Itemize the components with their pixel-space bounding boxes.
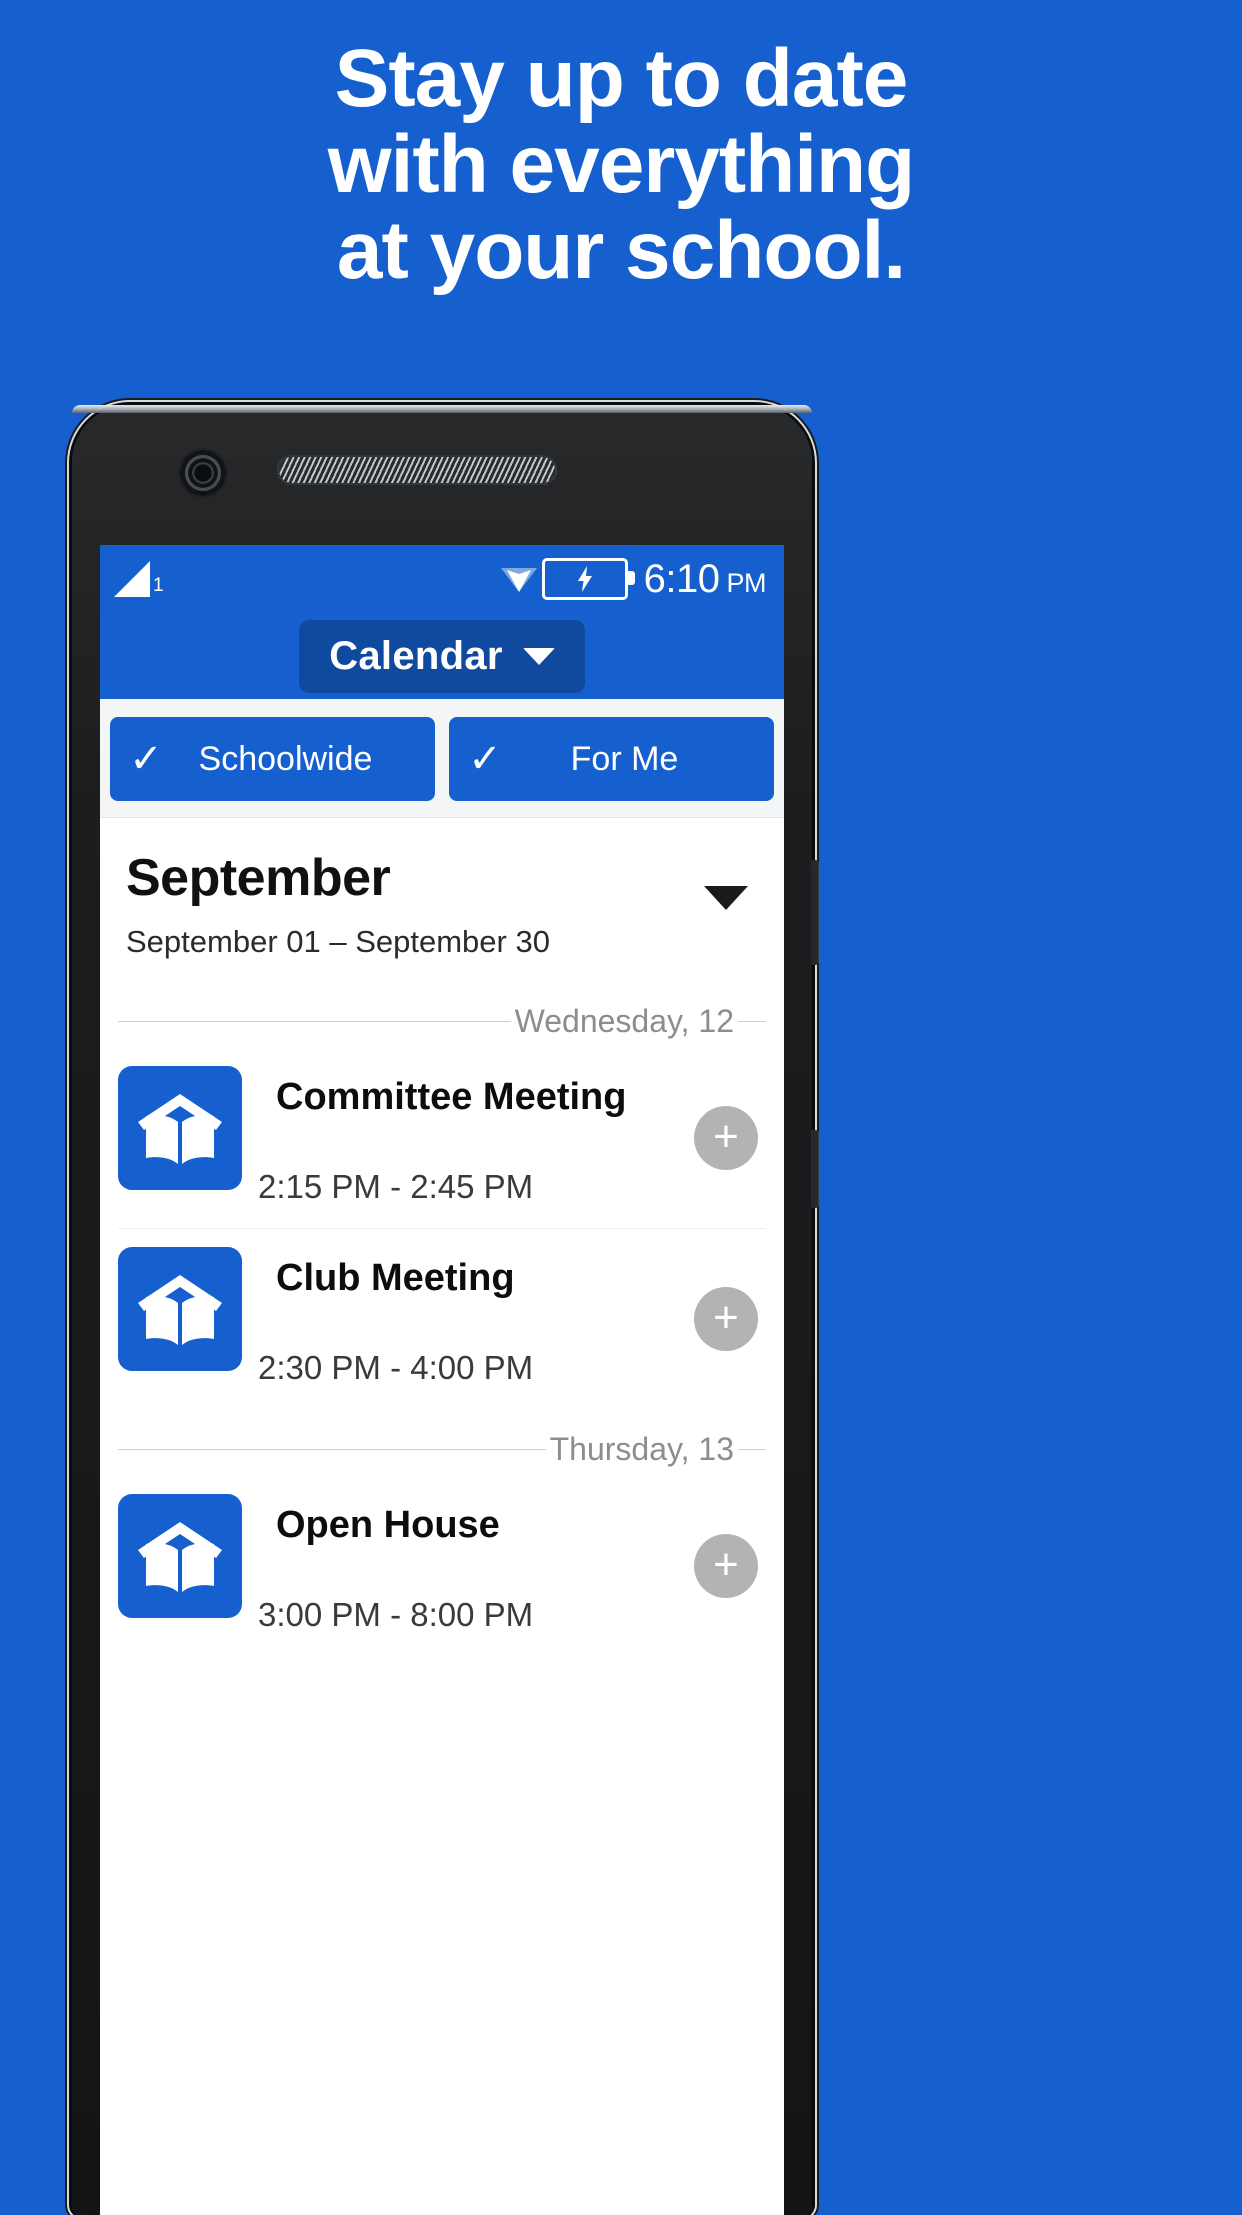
day-divider-label: Wednesday, 12 [514,1003,734,1039]
event-time: 2:15 PM - 2:45 PM [258,1168,534,1205]
headline-line-2: with everything [327,119,915,210]
status-bar-right: 6:10 PM [500,558,766,600]
check-icon: ✓ [129,737,163,781]
school-book-icon [118,1494,242,1618]
signal-triangle-icon [114,561,150,597]
check-icon: ✓ [468,737,502,781]
app-screen: 1 6:10 PM Calendar ✓ Schoolwide ✓ For Me… [100,545,784,2215]
app-title: Calendar [329,633,503,678]
event-time: 2:30 PM - 4:00 PM [258,1349,534,1386]
event-title: Committee Meeting [276,1076,627,1118]
filter-chip-label: Schoolwide [198,739,373,778]
phone-mockup: 1 6:10 PM Calendar ✓ Schoolwide ✓ For Me… [72,405,819,2215]
event-time: 3:00 PM - 8:00 PM [258,1596,534,1633]
status-bar-clock: 6:10 PM [643,557,767,601]
event-title: Club Meeting [276,1257,515,1299]
filter-chip-for-me[interactable]: ✓ For Me [449,717,774,801]
divider-line [118,1449,546,1450]
add-event-button[interactable]: + [694,1106,758,1170]
divider-line [738,1449,766,1450]
school-book-icon [118,1247,242,1371]
headline-line-3: at your school. [336,205,906,296]
clock-ampm: PM [726,568,767,598]
battery-charging-icon [541,558,635,600]
calendar-dropdown-button[interactable]: Calendar [299,619,585,693]
filter-chip-label: For Me [570,739,679,778]
wifi-icon [500,564,538,594]
front-camera-icon [180,450,226,496]
promo-headline: Stay up to date with everything at your … [0,36,1242,294]
day-divider-label: Thursday, 13 [549,1431,734,1467]
chevron-down-icon [522,647,555,665]
power-button[interactable] [811,1130,819,1208]
divider-line [118,1021,511,1022]
month-header[interactable]: September September 01 – September 30 [100,818,784,981]
school-book-icon [118,1066,242,1190]
signal-slot-label: 1 [153,575,164,596]
filter-chip-row: ✓ Schoolwide ✓ For Me [100,699,784,818]
add-event-button[interactable]: + [694,1287,758,1351]
event-title: Open House [276,1504,500,1546]
event-row[interactable]: Open House 3:00 PM - 8:00 PM + [100,1476,784,1656]
earpiece-speaker [277,455,557,485]
month-date-range: September 01 – September 30 [126,924,550,959]
headline-line-1: Stay up to date [334,33,909,124]
filter-chip-schoolwide[interactable]: ✓ Schoolwide [110,717,435,801]
phone-top-edge [72,405,812,413]
event-row[interactable]: Committee Meeting 2:15 PM - 2:45 PM + [100,1048,784,1228]
status-bar: 1 6:10 PM [100,545,784,613]
event-row[interactable]: Club Meeting 2:30 PM - 4:00 PM + [100,1229,784,1409]
clock-time: 6:10 [643,557,720,601]
volume-button[interactable] [811,860,819,965]
status-bar-left: 1 [114,561,164,597]
add-event-button[interactable]: + [694,1534,758,1598]
month-name: September [126,849,391,907]
day-divider: Wednesday, 12 [100,1003,784,1040]
triangle-down-icon[interactable] [704,886,748,910]
app-title-bar: Calendar [100,613,784,699]
day-divider: Thursday, 13 [100,1431,784,1468]
divider-line [738,1021,766,1022]
